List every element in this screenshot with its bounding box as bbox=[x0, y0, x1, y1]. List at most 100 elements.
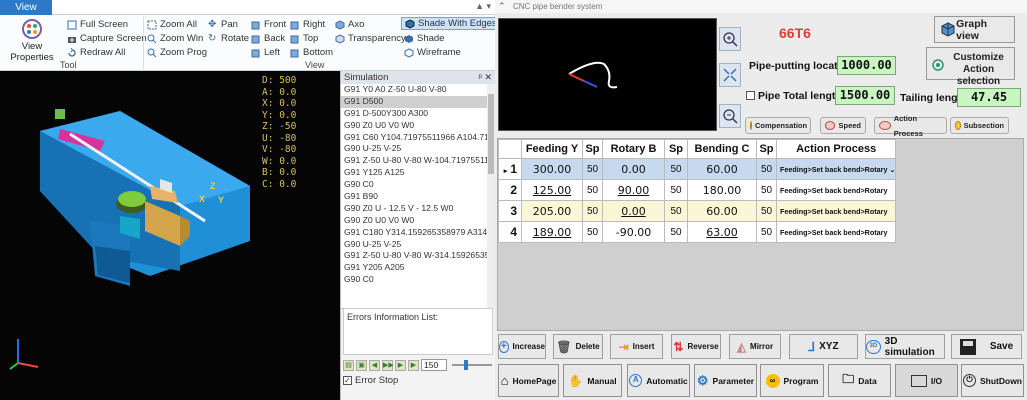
nav-io[interactable]: I/O bbox=[895, 364, 958, 397]
sp-cell[interactable]: 50 bbox=[756, 179, 777, 201]
pipe-total-value[interactable]: 1500.00 bbox=[835, 86, 895, 105]
rotary-cell[interactable]: 0.00 bbox=[602, 158, 665, 180]
gcode-line[interactable]: G90 U-25 V-25 bbox=[341, 143, 496, 155]
bending-cell[interactable]: 180.00 bbox=[687, 179, 757, 201]
view-properties-button[interactable]: View Properties bbox=[2, 17, 62, 63]
gcode-scrollbar[interactable] bbox=[487, 84, 495, 309]
sp-cell[interactable]: 50 bbox=[664, 158, 688, 180]
action-process-toggle-button[interactable]: Action Process bbox=[874, 114, 947, 138]
table-row[interactable]: 3 205.00 50 0.00 50 60.00 50 Feeding>Set… bbox=[498, 200, 897, 222]
gcode-line[interactable]: G91 Y125 A125 bbox=[341, 167, 496, 179]
customize-action-button[interactable]: Customize Action selection bbox=[926, 47, 1015, 87]
bending-cell[interactable]: 60.00 bbox=[687, 158, 757, 180]
sp-cell[interactable]: 50 bbox=[664, 221, 688, 243]
shade-with-edges-button[interactable]: Shade With Edges bbox=[401, 17, 501, 30]
zoom-in-button[interactable] bbox=[719, 27, 741, 51]
save-button[interactable]: Save bbox=[951, 334, 1022, 359]
increase-button[interactable]: + Increase bbox=[498, 334, 546, 359]
compensation-button[interactable]: Compensation bbox=[745, 117, 811, 134]
table-row[interactable]: 4 189.00 50 -90.00 50 63.00 50 Feeding>S… bbox=[498, 221, 897, 243]
sp-cell[interactable]: 50 bbox=[664, 200, 688, 222]
zoom-win-button[interactable]: Zoom Win bbox=[147, 32, 203, 45]
gcode-line[interactable]: G91 Y205 A205 bbox=[341, 262, 496, 274]
pipe-total-checkbox[interactable] bbox=[746, 91, 755, 100]
tab-view[interactable]: View bbox=[0, 0, 52, 15]
insert-button[interactable]: ⇥ Insert bbox=[610, 334, 663, 359]
table-row[interactable]: ▸ 1 300.00 50 0.00 50 60.00 50 Feeding>Se… bbox=[498, 158, 897, 180]
reverse-button[interactable]: ⇅ Reverse bbox=[671, 334, 721, 359]
rotary-cell[interactable]: 0.00 bbox=[602, 200, 665, 222]
sp-cell[interactable]: 50 bbox=[664, 179, 688, 201]
gcode-line[interactable]: G90 Z0 U0 V0 W0 bbox=[341, 215, 496, 227]
tailing-value[interactable]: 47.45 bbox=[957, 88, 1021, 107]
sp-cell[interactable]: 50 bbox=[756, 158, 777, 180]
feeding-cell[interactable]: 125.00 bbox=[521, 179, 583, 201]
scroll-thumb[interactable] bbox=[488, 94, 494, 174]
open-icon[interactable]: ▤ bbox=[343, 359, 354, 371]
gcode-line[interactable]: G91 D500 bbox=[341, 95, 496, 108]
sp-cell[interactable]: 50 bbox=[582, 179, 603, 201]
nav-homepage[interactable]: ⌂ HomePage bbox=[498, 364, 559, 397]
front-button[interactable]: Front bbox=[251, 18, 286, 31]
axo-button[interactable]: Axo bbox=[335, 18, 364, 31]
rotary-cell[interactable]: 90.00 bbox=[602, 179, 665, 201]
gcode-line[interactable]: G90 U-25 V-25 bbox=[341, 239, 496, 251]
error-stop-checkbox[interactable]: ✓ Error Stop bbox=[343, 375, 398, 386]
gcode-line[interactable]: G91 B90 bbox=[341, 191, 496, 203]
gcode-line[interactable]: G91 C180 Y314.159265358979 A314.159265 bbox=[341, 227, 496, 239]
left-button[interactable]: Left bbox=[251, 46, 280, 59]
graph-view-button[interactable]: Graph view bbox=[934, 16, 1015, 43]
errors-list[interactable]: Errors Information List: bbox=[343, 308, 493, 355]
action-cell[interactable]: Feeding>Set back bend>Rotary bbox=[775, 221, 897, 243]
feeding-cell[interactable]: 300.00 bbox=[521, 158, 583, 180]
nav-automatic[interactable]: A Automatic bbox=[627, 364, 690, 397]
slider-knob[interactable] bbox=[464, 360, 468, 370]
fit-view-button[interactable] bbox=[719, 63, 741, 87]
gcode-line[interactable]: G90 C0 bbox=[341, 274, 496, 286]
sp-cell[interactable]: 50 bbox=[756, 221, 777, 243]
nav-data[interactable]: 🗀 Data bbox=[828, 364, 891, 397]
pipe-putting-value[interactable]: 1000.00 bbox=[837, 56, 896, 75]
step-back-icon[interactable]: ◀ bbox=[369, 359, 380, 371]
bending-cell[interactable]: 63.00 bbox=[687, 221, 757, 243]
back-button[interactable]: Back bbox=[251, 32, 285, 45]
gcode-line[interactable]: G91 Z-50 U-80 V-80 W-104.71975511966 bbox=[341, 155, 496, 167]
gcode-line[interactable]: G91 D-500Y300 A300 bbox=[341, 108, 496, 120]
shade-button[interactable]: Shade bbox=[404, 32, 444, 45]
speed-input[interactable]: 150 bbox=[421, 359, 447, 371]
nav-parameter[interactable]: ⚙ Parameter bbox=[694, 364, 757, 397]
zoom-all-button[interactable]: Zoom All bbox=[147, 18, 197, 31]
collapse-up-icon[interactable]: ⌃ bbox=[498, 0, 506, 13]
mirror-button[interactable]: ◭ Mirror bbox=[729, 334, 781, 359]
fast-forward-icon[interactable]: ▶▶ bbox=[382, 359, 394, 371]
rotary-cell[interactable]: -90.00 bbox=[602, 221, 665, 243]
3d-simulation-button[interactable]: 3D 3D simulation bbox=[865, 334, 945, 359]
pan-button[interactable]: ✥ Pan bbox=[208, 18, 238, 31]
sp-cell[interactable]: 50 bbox=[582, 200, 603, 222]
xyz-button[interactable]: ⅃ XYZ bbox=[789, 334, 858, 359]
gcode-line[interactable]: G90 Z0 U0 V0 W0 bbox=[341, 120, 496, 132]
nav-shutdown[interactable]: ⏻ ShutDown bbox=[961, 364, 1024, 397]
table-row[interactable]: 2 125.00 50 90.00 50 180.00 50 Feeding>S… bbox=[498, 179, 897, 201]
sp-cell[interactable]: 50 bbox=[582, 158, 603, 180]
play-icon[interactable]: ▶ bbox=[408, 359, 419, 371]
speed-toggle-button[interactable]: Speed bbox=[820, 117, 866, 134]
gcode-line[interactable]: G90 C0 bbox=[341, 179, 496, 191]
right-button[interactable]: Right bbox=[290, 18, 325, 31]
wireframe-button[interactable]: Wireframe bbox=[404, 46, 461, 59]
gcode-line[interactable]: G91 Y0 A0 Z-50 U-80 V-80 bbox=[341, 84, 496, 96]
gcode-list[interactable]: G91 Y0 A0 Z-50 U-80 V-80 G91 D500 G91 D-50… bbox=[341, 84, 496, 309]
gcode-line[interactable]: G90 Z0 U - 12.5 V - 12.5 W0 bbox=[341, 203, 496, 215]
bottom-button[interactable]: Bottom bbox=[290, 46, 333, 59]
sp-cell[interactable]: 50 bbox=[582, 221, 603, 243]
nav-manual[interactable]: ✋ Manual bbox=[563, 364, 622, 397]
step-forward-icon[interactable]: ▶ bbox=[395, 359, 406, 371]
zoom-prog-button[interactable]: Zoom Prog bbox=[147, 46, 207, 59]
delete-button[interactable]: 🗑 Delete bbox=[553, 334, 603, 359]
nav-program[interactable]: ∞ Program bbox=[760, 364, 824, 397]
sp-cell[interactable]: 50 bbox=[756, 200, 777, 222]
gcode-line[interactable]: G91 C60 Y104.71975511966 A104.7197551196 bbox=[341, 132, 496, 144]
capture-screen-button[interactable]: Capture Screen bbox=[67, 32, 147, 45]
bending-cell[interactable]: 60.00 bbox=[687, 200, 757, 222]
speed-slider[interactable] bbox=[452, 360, 492, 370]
